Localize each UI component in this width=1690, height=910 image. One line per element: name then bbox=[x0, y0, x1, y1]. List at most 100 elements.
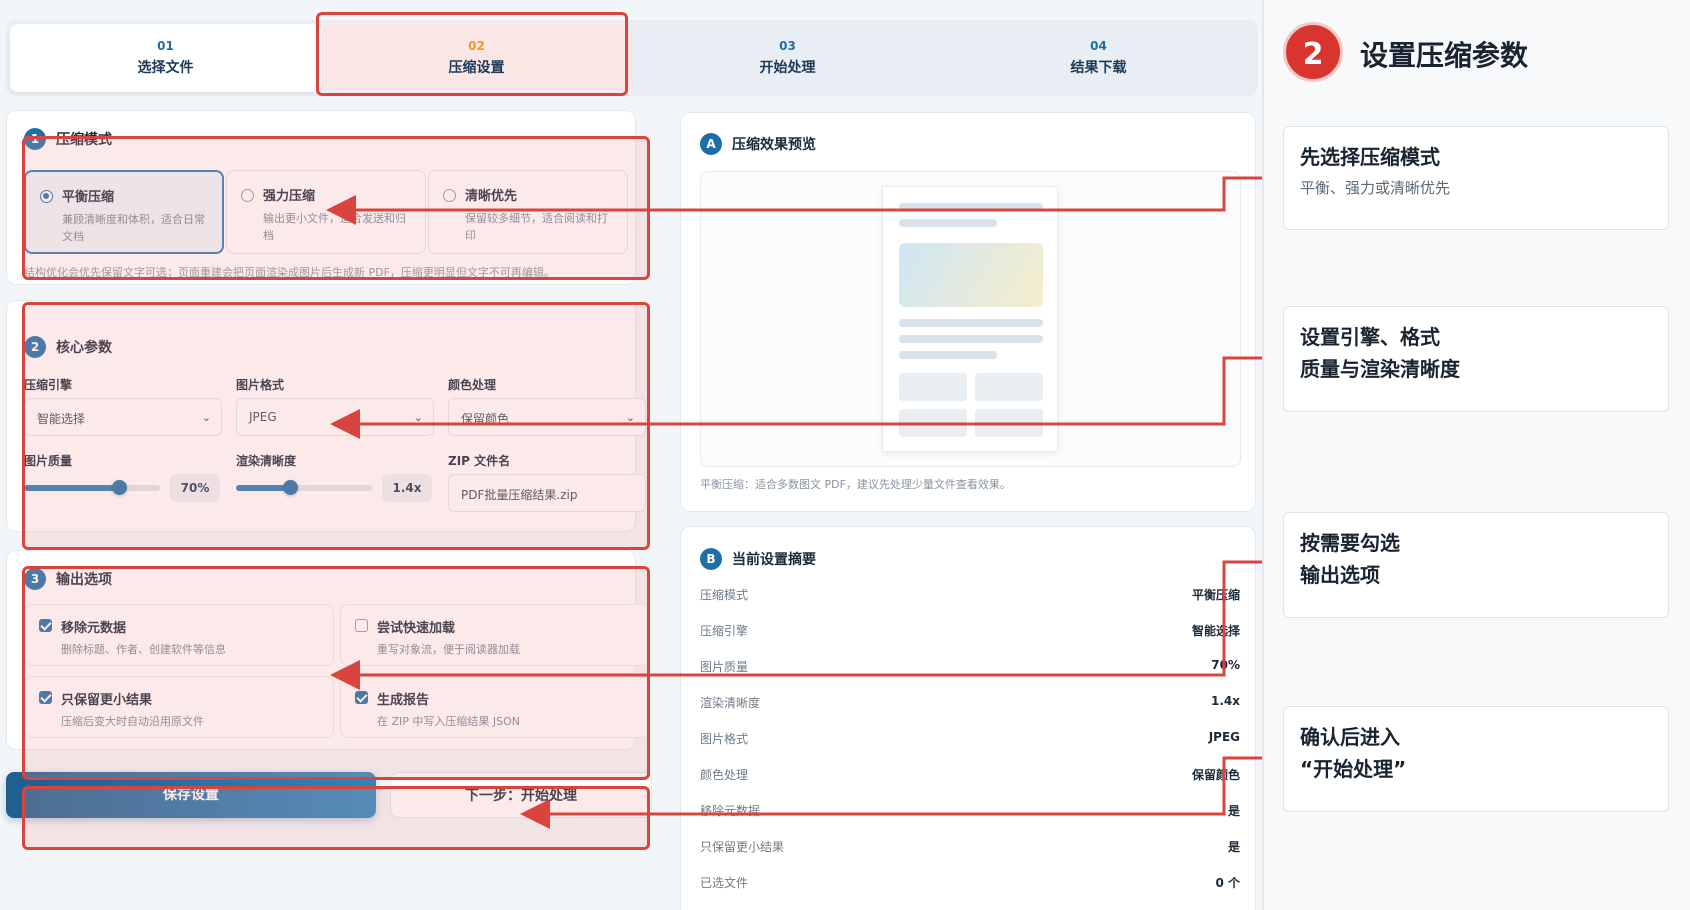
engine-select-value: 智能选择 bbox=[37, 412, 86, 426]
text-line bbox=[899, 351, 997, 359]
summary-row: 只保留更小结果 是 bbox=[700, 838, 1240, 858]
summary-row: 压缩模式 平衡压缩 bbox=[700, 586, 1240, 606]
option-description: 删除标题、作者、创建软件等信息 bbox=[61, 643, 226, 656]
engine-label: 压缩引擎 bbox=[24, 378, 73, 392]
quality-slider[interactable] bbox=[24, 480, 160, 495]
step-compression-settings[interactable]: 02 压缩设置 bbox=[321, 24, 632, 92]
render-label: 渲染清晰度 bbox=[236, 454, 297, 468]
summary-value: 1.4x bbox=[1211, 694, 1240, 708]
summary-key: 颜色处理 bbox=[700, 768, 749, 782]
section-title: 压缩模式 bbox=[56, 132, 112, 148]
summary-value: 是 bbox=[1227, 840, 1240, 854]
checkbox-checked-icon[interactable] bbox=[39, 619, 52, 632]
summary-key: 移除元数据 bbox=[700, 804, 761, 818]
summary-row: 移除元数据 是 bbox=[700, 802, 1240, 822]
option-description: 压缩后变大时自动沿用原文件 bbox=[61, 715, 204, 728]
step-number: 02 bbox=[468, 39, 485, 53]
section-title: 压缩效果预览 bbox=[732, 137, 816, 153]
section-letter-badge: A bbox=[700, 133, 722, 155]
slider-fill bbox=[24, 485, 120, 491]
step-label: 压缩设置 bbox=[448, 60, 505, 76]
text-line bbox=[899, 219, 997, 227]
mode-option-strong[interactable]: 强力压缩 输出更小文件，适合发送和归档 bbox=[226, 170, 426, 254]
next-step-button[interactable]: 下一步：开始处理 bbox=[390, 772, 652, 818]
table-cell bbox=[899, 373, 967, 401]
preview-caption: 平衡压缩：适合多数图文 PDF，建议先处理少量文件查看效果。 bbox=[700, 478, 1011, 491]
mode-option-clarity[interactable]: 清晰优先 保留较多细节，适合阅读和打印 bbox=[428, 170, 628, 254]
mode-title: 强力压缩 bbox=[263, 189, 316, 204]
section-number-badge: 1 bbox=[24, 128, 46, 150]
option-generate-report[interactable]: 生成报告 在 ZIP 中写入压缩结果 JSON bbox=[340, 676, 650, 738]
step-download-results[interactable]: 04 结果下载 bbox=[943, 24, 1254, 92]
table-cell bbox=[975, 373, 1043, 401]
step-label: 结果下载 bbox=[1070, 60, 1127, 76]
mode-option-balanced[interactable]: 平衡压缩 兼顾清晰度和体积，适合日常文档 bbox=[24, 170, 224, 254]
quality-label: 图片质量 bbox=[24, 454, 73, 468]
color-select[interactable]: 保留颜色 ⌄ bbox=[448, 398, 646, 436]
note-title-line2: “开始处理” bbox=[1300, 757, 1407, 781]
stepper: 01 选择文件 02 压缩设置 03 开始处理 04 结果下载 bbox=[6, 20, 1258, 96]
step-start-processing[interactable]: 03 开始处理 bbox=[632, 24, 943, 92]
summary-key: 压缩模式 bbox=[700, 588, 749, 602]
checkbox-icon[interactable] bbox=[355, 619, 368, 632]
chevron-down-icon: ⌄ bbox=[625, 411, 635, 424]
summary-key: 只保留更小结果 bbox=[700, 840, 785, 854]
note-description: 平衡、强力或清晰优先 bbox=[1300, 179, 1451, 197]
checkbox-checked-icon[interactable] bbox=[355, 691, 368, 704]
section-title: 输出选项 bbox=[56, 572, 112, 588]
output-options-title: 3 输出选项 bbox=[24, 568, 112, 590]
option-title: 只保留更小结果 bbox=[61, 693, 153, 708]
quality-value: 70% bbox=[170, 474, 220, 502]
summary-title: B 当前设置摘要 bbox=[700, 548, 816, 570]
mode-description: 兼顾清晰度和体积，适合日常文档 bbox=[62, 213, 205, 243]
note-title-line2: 输出选项 bbox=[1300, 563, 1380, 587]
note-title: 先选择压缩模式 bbox=[1300, 145, 1440, 169]
summary-key: 压缩引擎 bbox=[700, 624, 749, 638]
option-title: 生成报告 bbox=[377, 693, 430, 708]
text-line bbox=[899, 203, 1043, 211]
color-label: 颜色处理 bbox=[448, 378, 497, 392]
radio-icon[interactable] bbox=[443, 189, 456, 202]
radio-icon[interactable] bbox=[241, 189, 254, 202]
option-description: 在 ZIP 中写入压缩结果 JSON bbox=[377, 715, 521, 728]
step-label: 选择文件 bbox=[137, 60, 194, 76]
guide-note-output: 按需要勾选 输出选项 bbox=[1283, 512, 1669, 618]
guide-note-params: 设置引擎、格式 质量与渲染清晰度 bbox=[1283, 306, 1669, 412]
image-placeholder bbox=[899, 243, 1043, 307]
radio-selected-icon[interactable] bbox=[40, 190, 53, 203]
mode-title: 平衡压缩 bbox=[62, 190, 115, 205]
option-title: 移除元数据 bbox=[61, 621, 127, 636]
engine-select[interactable]: 智能选择 ⌄ bbox=[24, 398, 222, 436]
summary-value: JPEG bbox=[1208, 730, 1240, 744]
format-select-value: JPEG bbox=[249, 410, 277, 424]
option-keep-smaller[interactable]: 只保留更小结果 压缩后变大时自动沿用原文件 bbox=[24, 676, 334, 738]
section-number-badge: 2 bbox=[24, 336, 46, 358]
section-letter-badge: B bbox=[700, 548, 722, 570]
table-cell bbox=[899, 409, 967, 437]
zip-filename-input[interactable]: PDF批量压缩结果.zip bbox=[448, 474, 646, 512]
save-settings-button[interactable]: 保存设置 bbox=[6, 772, 376, 818]
option-description: 重写对象流，便于阅读器加载 bbox=[377, 643, 520, 656]
render-slider[interactable] bbox=[236, 480, 372, 495]
step-number: 01 bbox=[157, 39, 174, 53]
summary-value: 0 个 bbox=[1215, 876, 1240, 890]
zip-label: ZIP 文件名 bbox=[448, 454, 511, 468]
summary-row: 颜色处理 保留颜色 bbox=[700, 766, 1240, 786]
note-title: 按需要勾选 bbox=[1300, 531, 1400, 555]
chevron-down-icon: ⌄ bbox=[413, 411, 423, 424]
summary-value: 智能选择 bbox=[1191, 624, 1240, 638]
zip-filename-value: PDF批量压缩结果.zip bbox=[461, 488, 578, 502]
summary-value: 是 bbox=[1227, 804, 1240, 818]
note-title-line2: 质量与渲染清晰度 bbox=[1300, 357, 1460, 381]
option-fast-load[interactable]: 尝试快速加载 重写对象流，便于阅读器加载 bbox=[340, 604, 650, 666]
summary-key: 已选文件 bbox=[700, 876, 749, 890]
pdf-preview-page bbox=[882, 186, 1058, 452]
format-select[interactable]: JPEG ⌄ bbox=[236, 398, 434, 436]
step-select-files[interactable]: 01 选择文件 bbox=[10, 24, 321, 92]
checkbox-checked-icon[interactable] bbox=[39, 691, 52, 704]
option-remove-metadata[interactable]: 移除元数据 删除标题、作者、创建软件等信息 bbox=[24, 604, 334, 666]
summary-row: 压缩引擎 智能选择 bbox=[700, 622, 1240, 642]
text-line bbox=[899, 319, 1043, 327]
summary-value: 70% bbox=[1211, 658, 1240, 672]
summary-row: 已选文件 0 个 bbox=[700, 874, 1240, 894]
